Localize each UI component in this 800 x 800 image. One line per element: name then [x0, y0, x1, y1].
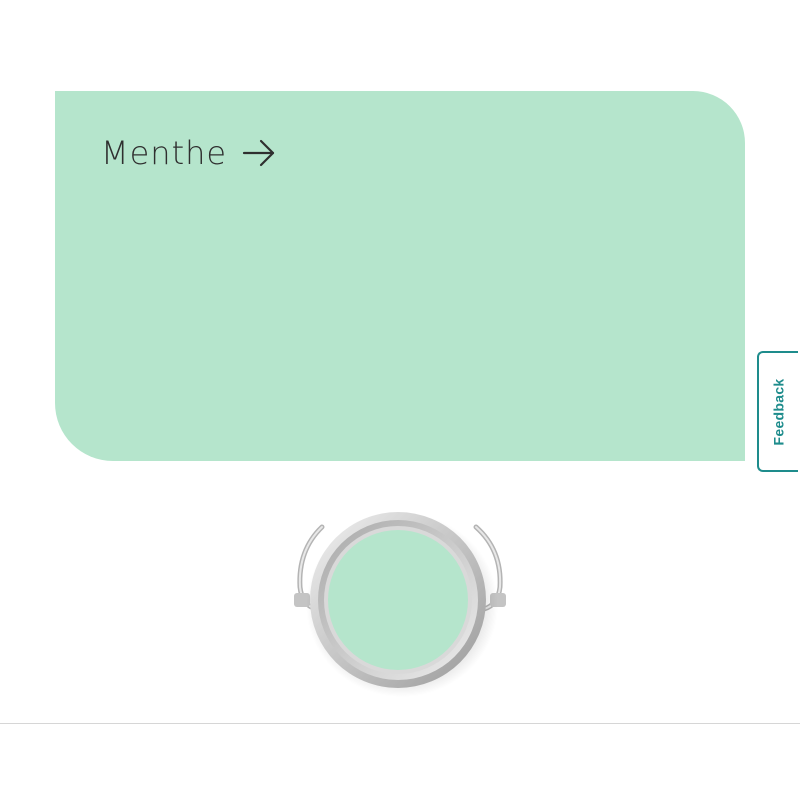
colour-swatch-card[interactable]: Menthe: [55, 91, 745, 461]
arrow-right-icon: [241, 138, 277, 168]
divider: [0, 723, 800, 724]
feedback-label: Feedback: [770, 378, 787, 445]
page: Menthe Feedback: [0, 0, 800, 800]
feedback-tab[interactable]: Feedback: [757, 351, 798, 472]
colour-name: Menthe: [101, 134, 228, 172]
paint-can-icon: [290, 505, 510, 700]
colour-name-link[interactable]: Menthe: [101, 137, 277, 169]
